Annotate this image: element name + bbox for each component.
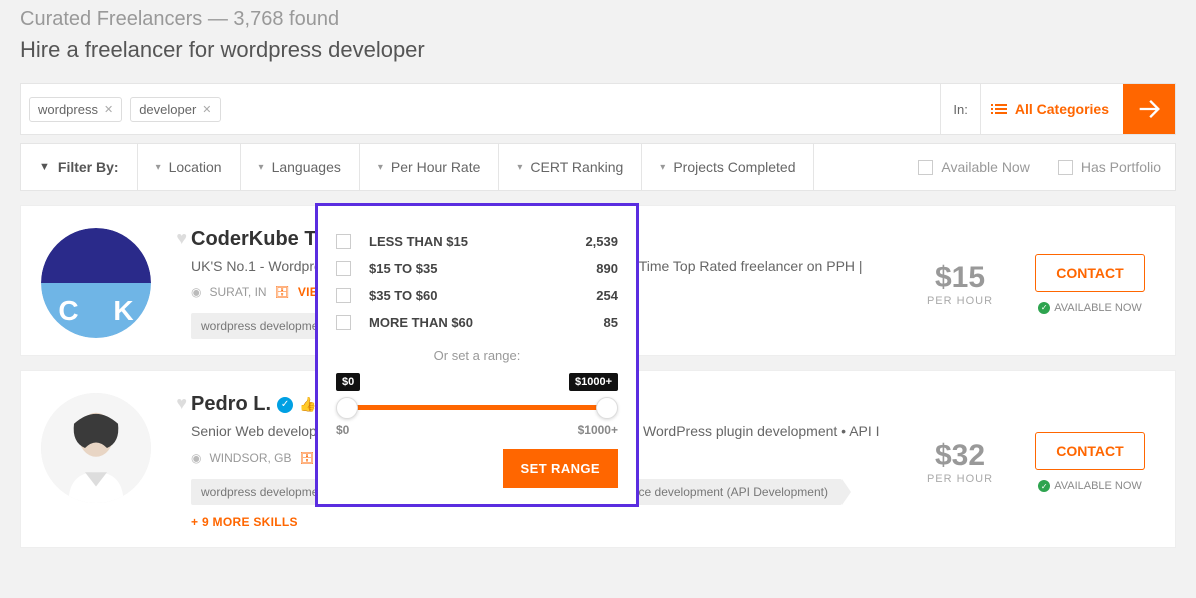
arrow-right-icon: [1135, 95, 1163, 123]
rate-unit: PER HOUR: [895, 473, 1025, 485]
category-selector[interactable]: All Categories: [980, 84, 1123, 134]
checkbox-icon[interactable]: [1058, 160, 1073, 175]
filters-bar: ▼Filter By: ▾Location ▾Languages ▾Per Ho…: [20, 143, 1176, 191]
pin-icon: ◉: [191, 285, 201, 299]
in-label: In:: [940, 84, 979, 134]
filter-available-now[interactable]: Available Now: [904, 144, 1043, 190]
filter-per-hour-rate[interactable]: ▾Per Hour Rate: [360, 144, 500, 190]
slider-max-value: $1000+: [569, 373, 618, 391]
rate-count: 254: [596, 288, 618, 303]
contact-button[interactable]: CONTACT: [1035, 254, 1145, 292]
caret-down-icon: ▾: [156, 162, 161, 173]
checkbox-icon[interactable]: [336, 315, 351, 330]
rate-count: 85: [604, 315, 618, 330]
slider-max-label: $1000+: [578, 423, 618, 437]
hourly-rate: $15: [895, 261, 1025, 295]
checkbox-icon[interactable]: [918, 160, 933, 175]
page-subtitle: Hire a freelancer for wordpress develope…: [20, 37, 1176, 63]
verified-icon: ✓: [277, 397, 293, 413]
checkbox-icon[interactable]: [336, 261, 351, 276]
filter-projects-completed[interactable]: ▾Projects Completed: [642, 144, 814, 190]
availability-badge: ✓AVAILABLE NOW: [1038, 480, 1142, 492]
freelancer-location: SURAT, IN: [209, 285, 266, 299]
list-icon: [995, 104, 1007, 114]
pin-icon: ◉: [191, 451, 201, 465]
caret-down-icon: ▾: [259, 162, 264, 173]
avatar[interactable]: CK: [41, 228, 151, 338]
rate-count: 2,539: [585, 234, 618, 249]
slider-handle-min[interactable]: [336, 397, 358, 419]
contact-button[interactable]: CONTACT: [1035, 432, 1145, 470]
funnel-icon: ▼: [39, 161, 50, 173]
rate-unit: PER HOUR: [895, 295, 1025, 307]
filter-languages[interactable]: ▾Languages: [241, 144, 360, 190]
freelancer-name[interactable]: CoderKube T.: [191, 228, 320, 251]
rate-option[interactable]: MORE THAN $60 85: [336, 309, 618, 336]
thumb-up-icon: 👍: [299, 396, 316, 413]
rate-count: 890: [596, 261, 618, 276]
close-icon[interactable]: ✕: [202, 103, 211, 116]
filter-by-label: ▼Filter By:: [21, 144, 138, 190]
checkbox-icon[interactable]: [336, 288, 351, 303]
search-bar: wordpress✕ developer✕ In: All Categories: [20, 83, 1176, 135]
page-title: Curated Freelancers — 3,768 found: [20, 8, 1176, 31]
freelancer-location: WINDSOR, GB: [209, 451, 291, 465]
checkbox-icon[interactable]: [336, 234, 351, 249]
briefcase-icon: 🗄: [300, 451, 315, 465]
tag-input-area[interactable]: wordpress✕ developer✕: [21, 84, 940, 134]
hourly-rate: $32: [895, 439, 1025, 473]
or-set-range-label: Or set a range:: [336, 348, 618, 363]
heart-icon[interactable]: ♥: [176, 393, 187, 414]
search-tag[interactable]: developer✕: [130, 97, 220, 122]
filter-location[interactable]: ▾Location: [138, 144, 241, 190]
search-tag[interactable]: wordpress✕: [29, 97, 122, 122]
check-icon: ✓: [1038, 302, 1050, 314]
rate-option[interactable]: $15 TO $35 890: [336, 255, 618, 282]
caret-down-icon: ▾: [378, 162, 383, 173]
more-skills-link[interactable]: + 9 MORE SKILLS: [191, 515, 298, 529]
avatar[interactable]: [41, 393, 151, 503]
heart-icon[interactable]: ♥: [176, 228, 187, 249]
filter-has-portfolio[interactable]: Has Portfolio: [1044, 144, 1175, 190]
close-icon[interactable]: ✕: [104, 103, 113, 116]
rate-option[interactable]: LESS THAN $15 2,539: [336, 228, 618, 255]
per-hour-rate-dropdown: LESS THAN $15 2,539 $15 TO $35 890 $35 T…: [315, 203, 639, 507]
rate-slider[interactable]: $0 $1000+ $0 $1000+: [336, 373, 618, 427]
slider-track: [342, 405, 612, 410]
caret-down-icon: ▾: [660, 162, 665, 173]
check-icon: ✓: [1038, 480, 1050, 492]
slider-min-label: $0: [336, 423, 349, 437]
freelancer-name[interactable]: Pedro L.: [191, 393, 271, 416]
caret-down-icon: ▾: [517, 162, 522, 173]
rate-option[interactable]: $35 TO $60 254: [336, 282, 618, 309]
set-range-button[interactable]: SET RANGE: [503, 449, 618, 488]
slider-handle-max[interactable]: [596, 397, 618, 419]
filter-cert-ranking[interactable]: ▾CERT Ranking: [499, 144, 642, 190]
availability-badge: ✓AVAILABLE NOW: [1038, 302, 1142, 314]
briefcase-icon: 🗄: [275, 285, 290, 299]
slider-min-value: $0: [336, 373, 360, 391]
search-button[interactable]: [1123, 84, 1175, 134]
